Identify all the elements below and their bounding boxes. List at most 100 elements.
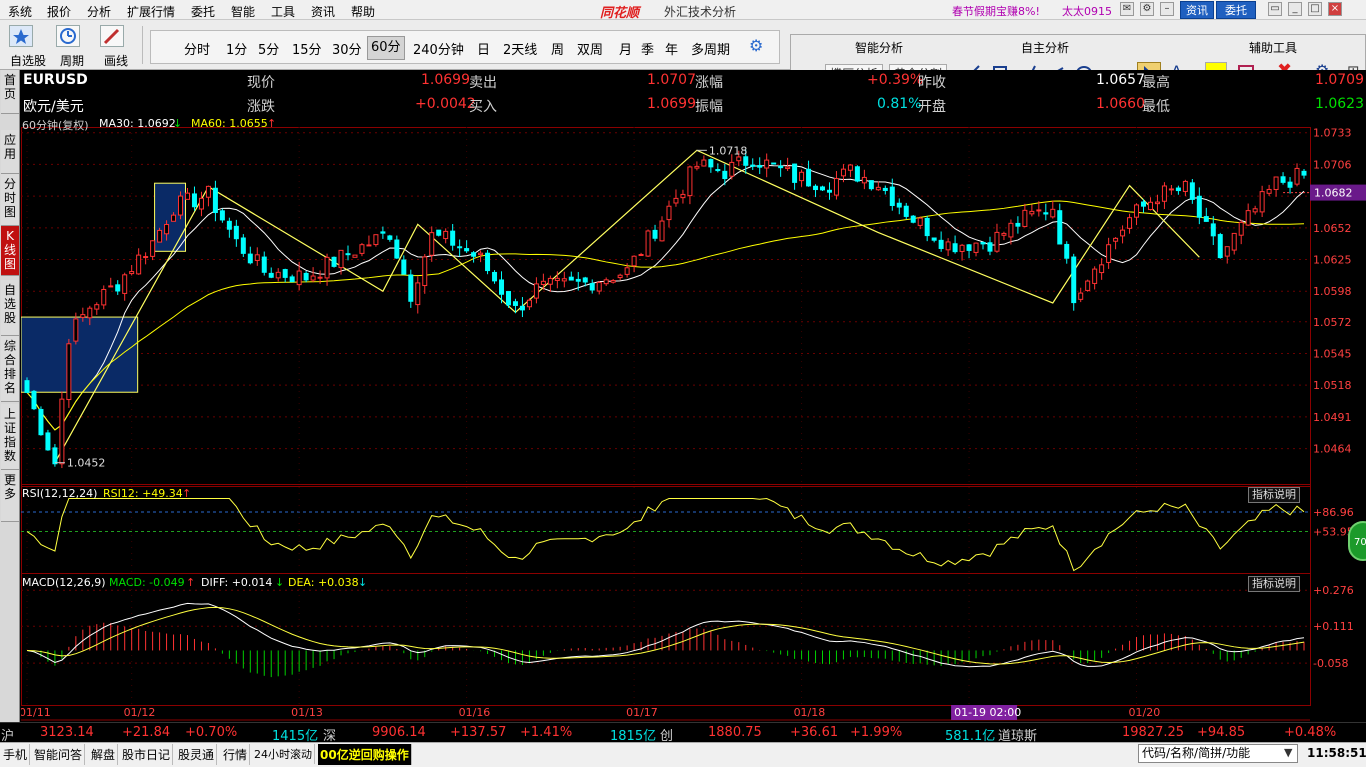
kline-chart[interactable]: 1.07331.07061.06791.06521.06251.05981.05… — [21, 70, 1366, 722]
watchlist-icon[interactable] — [9, 25, 33, 47]
user-name[interactable]: 太太0915 — [1062, 3, 1112, 19]
period-timeline[interactable]: 分时 — [184, 39, 210, 58]
candle-body — [785, 166, 791, 170]
smart-qa-button[interactable]: 智能问答 — [32, 744, 86, 765]
candle-body — [868, 180, 874, 190]
candle-body — [205, 185, 211, 198]
repo-ad-link[interactable]: 00亿逆回购操作 — [318, 744, 412, 765]
quote-button[interactable]: 行情 — [221, 744, 251, 765]
candle-body — [94, 304, 100, 310]
minimize-small-icon[interactable]: – — [1160, 2, 1174, 16]
period-quarter[interactable]: 季 — [641, 39, 654, 58]
candle-body — [917, 217, 923, 226]
menu-help[interactable]: 帮助 — [351, 3, 375, 20]
entrust-button[interactable]: 委托 — [1216, 1, 1256, 19]
period-year[interactable]: 年 — [665, 39, 678, 58]
candle-body — [1287, 181, 1293, 188]
candle-body — [1252, 208, 1258, 213]
dj-index-pct: +0.48% — [1284, 725, 1337, 740]
period-month[interactable]: 月 — [619, 39, 632, 58]
search-dropdown-icon[interactable]: ▼ — [1284, 746, 1292, 759]
menu-system[interactable]: 系统 — [8, 3, 32, 20]
macd-explain-button[interactable]: 指标说明 — [1248, 576, 1300, 592]
rsi-explain-button[interactable]: 指标说明 — [1248, 487, 1300, 503]
period-60m[interactable]: 60分 — [367, 36, 405, 60]
minimize-icon[interactable]: _ — [1288, 2, 1302, 16]
buy-value: 1.0699 — [647, 96, 696, 112]
promo-link[interactable]: 春节假期宝赚8%! — [952, 3, 1040, 19]
menu-smart[interactable]: 智能 — [231, 3, 255, 20]
candle-body — [729, 161, 735, 177]
period-multi[interactable]: 多周期 — [691, 39, 730, 58]
tab-apps[interactable]: 应用 — [1, 130, 19, 174]
scroll-24h-button[interactable]: 24小时滚动 — [252, 744, 315, 764]
watchlist-label[interactable]: 自选股 — [10, 52, 46, 69]
candle-body — [1238, 221, 1244, 236]
menu-ext-quote[interactable]: 扩展行情 — [127, 3, 175, 20]
period-240m[interactable]: 240分钟 — [413, 39, 464, 58]
candle-body — [603, 279, 609, 285]
period-1m[interactable]: 1分 — [226, 39, 247, 58]
price-axis-label: 1.0652 — [1313, 222, 1352, 235]
candle-body — [59, 398, 65, 465]
period-icon[interactable] — [56, 25, 80, 47]
candle-body — [526, 299, 532, 308]
candle-body — [820, 186, 826, 191]
period-30m[interactable]: 30分 — [332, 39, 362, 58]
candle-body — [373, 234, 379, 246]
draw-label[interactable]: 画线 — [104, 52, 128, 69]
menu-news[interactable]: 资讯 — [311, 3, 335, 20]
candle-body — [840, 168, 846, 177]
candle-body — [24, 380, 30, 393]
period-label[interactable]: 周期 — [60, 52, 84, 69]
candle-body — [813, 185, 819, 191]
candle-body — [268, 272, 274, 278]
tab-watchlist[interactable]: 自选股 — [1, 280, 19, 336]
tab-home[interactable]: 首页 — [1, 70, 19, 114]
menu-entrust[interactable]: 委托 — [191, 3, 215, 20]
candle-body — [987, 242, 993, 252]
code-search-input[interactable]: 代码/名称/简拼/功能 — [1138, 744, 1298, 763]
candle-body — [1280, 176, 1286, 183]
pin-icon[interactable]: ▭ — [1268, 2, 1282, 16]
period-2day[interactable]: 2天线 — [503, 39, 537, 58]
candle-body — [261, 256, 267, 273]
news-button[interactable]: 资讯 — [1180, 1, 1214, 19]
stock-diary-button[interactable]: 股市日记 — [120, 744, 174, 765]
menu-tools[interactable]: 工具 — [271, 3, 295, 20]
period-biweek[interactable]: 双周 — [577, 39, 603, 58]
close-icon[interactable]: × — [1328, 2, 1342, 16]
tab-sh-index[interactable]: 上证指数 — [1, 404, 19, 470]
period-week[interactable]: 周 — [551, 39, 564, 58]
tab-ranking[interactable]: 综合排名 — [1, 336, 19, 402]
macd-axis-label: +0.111 — [1313, 620, 1354, 633]
candle-body — [1189, 182, 1195, 200]
sh-index-pct: +0.70% — [185, 725, 238, 740]
float-ball-badge[interactable]: 70 — [1348, 521, 1366, 561]
candle-body — [492, 271, 498, 282]
period-day[interactable]: 日 — [477, 39, 490, 58]
period-5m[interactable]: 5分 — [258, 39, 279, 58]
candle-body — [1154, 201, 1160, 205]
menu-analysis[interactable]: 分析 — [87, 3, 111, 20]
mobile-button[interactable]: 手机 — [1, 744, 31, 765]
draw-line-icon[interactable] — [100, 25, 124, 47]
candle-body — [1001, 232, 1007, 236]
stock-tong-button[interactable]: 股灵通 — [176, 744, 218, 765]
stock-solve-button[interactable]: 解盘 — [89, 744, 119, 765]
tab-kline[interactable]: K线图 — [1, 226, 19, 276]
candle-body — [757, 165, 763, 168]
menu-quote[interactable]: 报价 — [47, 3, 71, 20]
settings-icon[interactable]: ⚙ — [1140, 2, 1154, 16]
window-title: 外汇技术分析 — [664, 5, 737, 19]
tab-timeline[interactable]: 分时图 — [1, 174, 19, 226]
period-settings-icon[interactable]: ⚙ — [749, 36, 763, 55]
mail-icon[interactable]: ✉ — [1120, 2, 1134, 16]
tab-more[interactable]: 更多 — [1, 470, 19, 522]
maximize-icon[interactable]: □ — [1308, 2, 1322, 16]
menu-bar: 系统 报价 分析 扩展行情 委托 智能 工具 资讯 帮助 同花顺 外汇技术分析 … — [0, 0, 1366, 21]
candle-body — [945, 241, 951, 251]
period-15m[interactable]: 15分 — [292, 39, 322, 58]
ma60-arrow-icon: ↑ — [267, 117, 277, 130]
chart-area: 1.07331.07061.06791.06521.06251.05981.05… — [21, 70, 1366, 722]
